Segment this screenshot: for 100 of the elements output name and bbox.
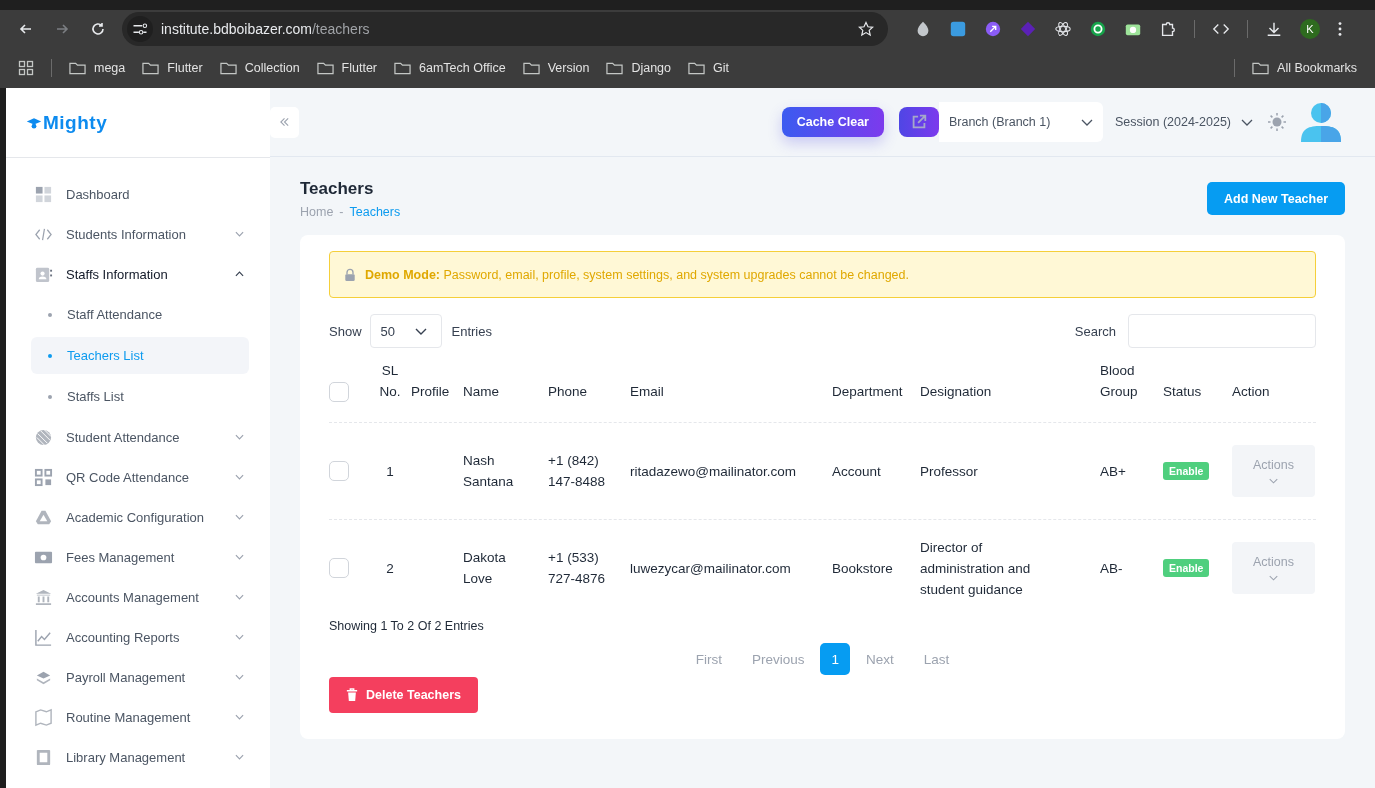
column-header: Email bbox=[630, 384, 664, 399]
map-icon bbox=[34, 707, 53, 727]
external-link-button[interactable] bbox=[898, 107, 939, 137]
qr-icon bbox=[34, 467, 53, 487]
table-cell: Professor bbox=[920, 463, 978, 479]
table-cell: +1 (842) 147-8488 bbox=[548, 453, 606, 489]
sidebar-subitem[interactable]: Staffs List bbox=[31, 378, 249, 415]
search-field[interactable] bbox=[1128, 314, 1316, 348]
reload-icon[interactable] bbox=[90, 21, 106, 37]
alert-text: Demo Mode: Password, email, profile, system settings, and system upgrades cannot be changed. bbox=[365, 267, 909, 282]
bookmark[interactable]: Version bbox=[522, 61, 590, 75]
sidebar-item[interactable]: Student Attendance bbox=[31, 417, 248, 457]
column-header: Action bbox=[1232, 384, 1270, 399]
folder-icon bbox=[606, 61, 624, 75]
caret-icon bbox=[1269, 575, 1278, 581]
entries-label: Entries bbox=[451, 323, 492, 339]
folder-icon bbox=[219, 61, 237, 75]
bookmark[interactable]: mega bbox=[69, 61, 126, 75]
profile-avatar[interactable]: K bbox=[1300, 19, 1320, 39]
caret-icon bbox=[1241, 118, 1253, 126]
sidebar-item[interactable]: Students Information bbox=[31, 214, 248, 254]
search-label: Search bbox=[1074, 323, 1116, 339]
folder-icon bbox=[1252, 61, 1270, 75]
status-badge: Enable bbox=[1163, 559, 1210, 577]
sidebar-item[interactable]: Staffs Information bbox=[31, 254, 248, 294]
square-icon[interactable] bbox=[949, 20, 967, 38]
session-select[interactable]: Session (2024-2025) bbox=[1114, 102, 1253, 142]
atom-icon[interactable] bbox=[1054, 20, 1072, 38]
caret-icon bbox=[1080, 118, 1093, 126]
puzzle-icon[interactable] bbox=[1159, 20, 1177, 38]
folder-icon bbox=[522, 61, 540, 75]
table-cell: AB- bbox=[1100, 560, 1123, 576]
sidebar-item[interactable]: Academic Configuration bbox=[31, 497, 248, 537]
sidebar-item[interactable]: Payroll Management bbox=[31, 657, 248, 697]
apps-icon[interactable] bbox=[18, 60, 34, 76]
bookmark[interactable]: Django bbox=[606, 61, 671, 75]
column-header: Blood Group bbox=[1100, 363, 1138, 399]
url-text: institute.bdboibazer.com/teachers bbox=[161, 21, 371, 37]
status-badge: Enable bbox=[1163, 462, 1210, 480]
column-header: SL No. bbox=[379, 363, 401, 399]
page-title: Teachers bbox=[300, 179, 375, 199]
table-cell: luwezycar@mailinator.com bbox=[630, 560, 791, 576]
table-cell: 1 bbox=[386, 463, 394, 479]
star-icon[interactable] bbox=[858, 21, 874, 37]
sidebar-item[interactable]: Fees Management bbox=[31, 537, 248, 577]
sidebar-item[interactable]: Accounts Management bbox=[31, 577, 248, 617]
menu-icon[interactable] bbox=[1337, 20, 1343, 38]
bookmark[interactable]: Flutter bbox=[316, 61, 378, 75]
site-settings-icon[interactable] bbox=[127, 16, 153, 42]
download-icon[interactable] bbox=[1265, 20, 1283, 38]
table-cell: ritadazewo@mailinator.com bbox=[630, 463, 797, 479]
column-header: Status bbox=[1163, 384, 1202, 399]
bank-icon bbox=[34, 587, 53, 607]
table-cell: Bookstore bbox=[832, 560, 893, 576]
table-cell: +1 (533) 727-4876 bbox=[548, 550, 606, 586]
column-header: Department bbox=[832, 384, 903, 399]
breadcrumb-separator: - bbox=[339, 205, 344, 219]
bookmark[interactable]: Git bbox=[688, 61, 729, 75]
delete-teachers-button[interactable]: Delete Teachers bbox=[329, 677, 478, 713]
logo-text[interactable]: Mighty bbox=[43, 111, 108, 134]
cache-clear-button[interactable]: Cache Clear bbox=[781, 107, 884, 137]
column-header: Phone bbox=[548, 384, 588, 399]
sidebar-item[interactable]: Library Management bbox=[31, 737, 248, 777]
sidebar-item[interactable]: QR Code Attendance bbox=[31, 457, 248, 497]
all-bookmarks[interactable]: All Bookmarks bbox=[1252, 61, 1357, 75]
folder-icon bbox=[394, 61, 412, 75]
folder-icon bbox=[69, 61, 86, 75]
table-cell: Account bbox=[832, 463, 881, 479]
column-header: Name bbox=[463, 384, 499, 399]
column-header: Designation bbox=[920, 384, 992, 399]
folder-icon bbox=[142, 61, 160, 75]
bookmark[interactable]: 6amTech Office bbox=[394, 61, 506, 75]
caret-icon bbox=[414, 327, 427, 335]
show-label: Show bbox=[329, 323, 362, 339]
table-cell: 2 bbox=[386, 560, 394, 576]
dashboard-icon bbox=[34, 184, 53, 204]
chart-icon bbox=[34, 627, 53, 647]
select-all-checkbox[interactable] bbox=[329, 382, 349, 402]
sidebar-item[interactable]: Dashboard bbox=[31, 174, 248, 214]
folder-icon bbox=[316, 61, 334, 75]
double-chevron-icon bbox=[279, 117, 290, 127]
bookmark[interactable]: Collection bbox=[219, 61, 300, 75]
column-header: Profile bbox=[411, 384, 450, 399]
graduation-cap-icon bbox=[26, 115, 42, 130]
table-cell: Dakota Love bbox=[463, 550, 506, 586]
yarn-icon bbox=[34, 427, 53, 447]
sidebar-item[interactable]: Accounting Reports bbox=[31, 617, 248, 657]
circle-icon[interactable] bbox=[984, 20, 1002, 38]
lock-icon bbox=[344, 267, 356, 282]
sidebar-subitem[interactable]: Staff Attendance bbox=[31, 296, 249, 333]
table-cell: Director of administration and student guidance bbox=[920, 539, 1031, 597]
row-checkbox[interactable] bbox=[329, 558, 349, 578]
branch-select[interactable]: Branch (Branch 1) bbox=[938, 102, 1103, 142]
table-cell: Nash Santana bbox=[463, 453, 514, 489]
address-bar[interactable]: institute.bdboibazer.com/teachers bbox=[122, 12, 888, 46]
sidebar-item[interactable]: Routine Management bbox=[31, 697, 248, 737]
bookmark[interactable]: Flutter bbox=[142, 61, 203, 75]
trash-icon bbox=[346, 688, 358, 702]
row-checkbox[interactable] bbox=[329, 461, 349, 481]
page-size-select[interactable]: 50 bbox=[369, 314, 442, 348]
